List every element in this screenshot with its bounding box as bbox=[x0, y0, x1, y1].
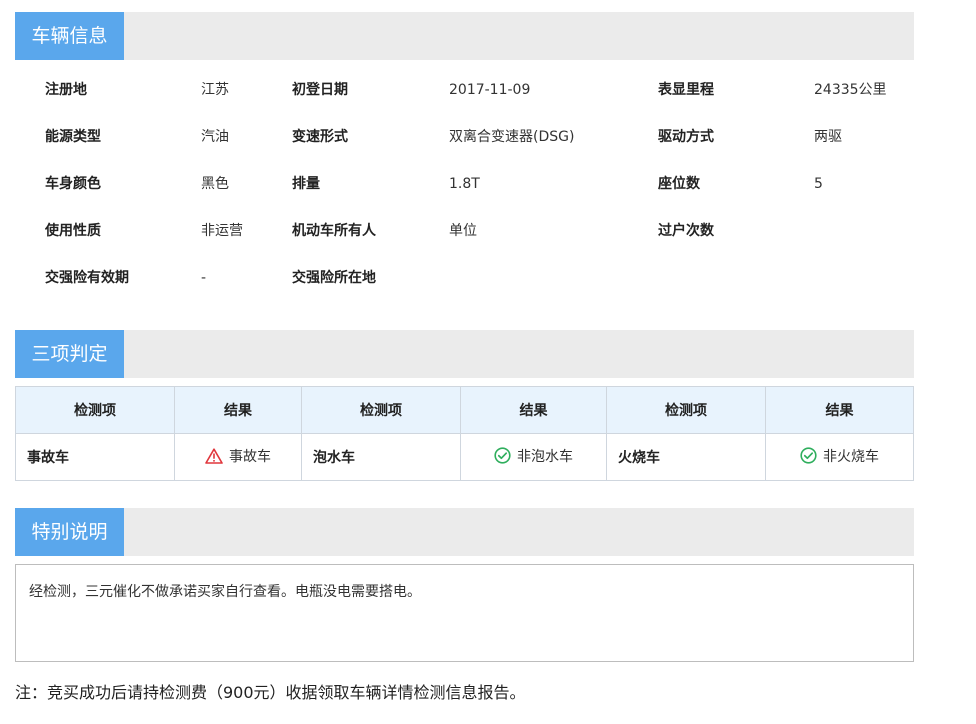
field-value-color: 黑色 bbox=[201, 176, 229, 192]
special-note-box: 经检测，三元催化不做承诺买家自行查看。电瓶没电需要搭电。 bbox=[15, 564, 914, 662]
judgment-table-header-row: 检测项 结果 检测项 结果 检测项 结果 bbox=[15, 386, 914, 434]
col-header-result: 结果 bbox=[174, 386, 302, 434]
field-value-insurance-valid: - bbox=[201, 270, 207, 286]
result-text: 非火烧车 bbox=[823, 448, 879, 465]
field-value-seats: 5 bbox=[814, 176, 823, 192]
field-label-transfers: 过户次数 bbox=[658, 223, 714, 239]
field-label-seats: 座位数 bbox=[658, 176, 700, 192]
three-judgments-title: 三项判定 bbox=[15, 330, 124, 378]
field-label-color: 车身颜色 bbox=[45, 176, 101, 192]
field-value-registration: 江苏 bbox=[201, 82, 229, 98]
field-label-first-date: 初登日期 bbox=[292, 82, 348, 98]
field-label-mileage: 表显里程 bbox=[658, 82, 714, 98]
special-notes-header: 特别说明 bbox=[15, 508, 914, 556]
field-label-owner: 机动车所有人 bbox=[292, 223, 376, 239]
field-label-drive: 驱动方式 bbox=[658, 129, 714, 145]
table-row: 事故车 事故车 泡水车 非泡水车 火烧车 非火烧车 bbox=[15, 433, 914, 481]
col-header-item: 检测项 bbox=[301, 386, 461, 434]
judgment-item-flood: 泡水车 bbox=[301, 433, 461, 481]
vehicle-info-grid: 注册地 江苏 初登日期 2017-11-09 表显里程 24335公里 能源类型… bbox=[0, 66, 976, 316]
judgment-result-fire: 非火烧车 bbox=[765, 433, 914, 481]
three-judgments-header: 三项判定 bbox=[15, 330, 914, 378]
check-circle-icon bbox=[494, 447, 511, 464]
special-notes-title: 特别说明 bbox=[15, 508, 124, 556]
special-note-text: 经检测，三元催化不做承诺买家自行查看。电瓶没电需要搭电。 bbox=[29, 584, 421, 600]
field-value-energy: 汽油 bbox=[201, 129, 229, 145]
field-value-usage: 非运营 bbox=[201, 223, 243, 239]
result-text: 非泡水车 bbox=[517, 448, 573, 465]
field-label-displacement: 排量 bbox=[292, 176, 320, 192]
footnote-text: 注：竞买成功后请持检测费（900元）收据领取车辆详情检测信息报告。 bbox=[15, 683, 526, 702]
field-label-registration: 注册地 bbox=[45, 82, 87, 98]
field-value-drive: 两驱 bbox=[814, 129, 842, 145]
field-value-mileage: 24335公里 bbox=[814, 82, 887, 98]
col-header-result: 结果 bbox=[765, 386, 914, 434]
vehicle-info-title: 车辆信息 bbox=[15, 12, 124, 60]
judgment-item-fire: 火烧车 bbox=[606, 433, 766, 481]
field-label-insurance-location: 交强险所在地 bbox=[292, 270, 376, 286]
judgment-table: 检测项 结果 检测项 结果 检测项 结果 事故车 事故车 泡水车 非泡水车 火烧… bbox=[15, 386, 914, 481]
field-label-insurance-valid: 交强险有效期 bbox=[45, 270, 129, 286]
judgment-item-accident: 事故车 bbox=[15, 433, 175, 481]
col-header-item: 检测项 bbox=[606, 386, 766, 434]
col-header-result: 结果 bbox=[460, 386, 607, 434]
field-value-transmission: 双离合变速器(DSG) bbox=[449, 129, 575, 145]
field-label-energy: 能源类型 bbox=[45, 129, 101, 145]
field-value-first-date: 2017-11-09 bbox=[449, 82, 531, 98]
field-value-owner: 单位 bbox=[449, 223, 477, 239]
col-header-item: 检测项 bbox=[15, 386, 175, 434]
result-text: 事故车 bbox=[229, 449, 271, 465]
vehicle-info-header: 车辆信息 bbox=[15, 12, 914, 60]
judgment-result-accident: 事故车 bbox=[174, 433, 302, 481]
field-value-displacement: 1.8T bbox=[449, 176, 480, 192]
check-circle-icon bbox=[800, 447, 817, 464]
judgment-result-flood: 非泡水车 bbox=[460, 433, 607, 481]
field-label-usage: 使用性质 bbox=[45, 223, 101, 239]
warning-triangle-icon bbox=[205, 448, 223, 464]
field-label-transmission: 变速形式 bbox=[292, 129, 348, 145]
